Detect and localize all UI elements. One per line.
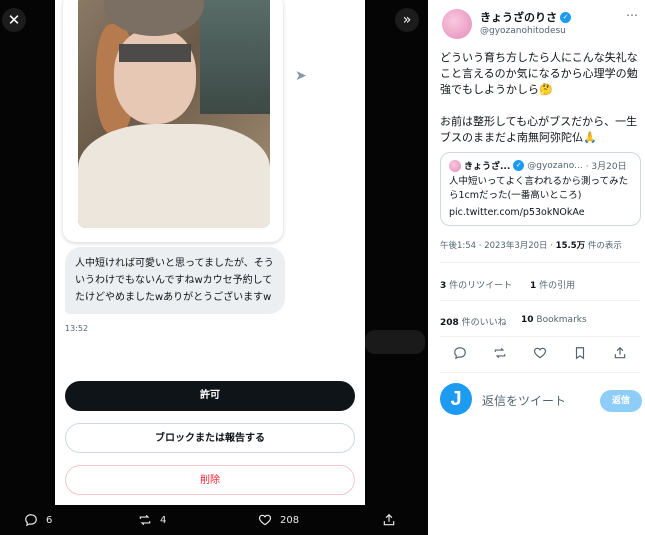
quote-text: 人中短いってよく言われるから測ってみたら1cmだった(一番高いところ) <box>449 176 629 201</box>
like-count: 208 <box>280 514 300 526</box>
tweet-meta: 午後1:54 · 2023年3月20日 · 15.5万 件の表示 <box>440 239 622 251</box>
retweet-stat[interactable]: 3 件のリツイート <box>440 278 512 291</box>
close-icon[interactable]: ✕ <box>2 8 26 32</box>
display-name-text: きょうざのりさ <box>480 11 557 24</box>
retweet-count: 4 <box>160 514 167 526</box>
reply-action[interactable]: 6 <box>24 513 52 527</box>
reply-input[interactable]: 返信をツイート <box>482 392 566 409</box>
quote-avatar <box>449 159 461 172</box>
handle[interactable]: @gyozanohitodesu <box>480 26 566 36</box>
reply-count: 6 <box>46 514 53 526</box>
send-icon: ➤ <box>295 68 307 84</box>
retweet-action[interactable]: 4 <box>138 513 166 527</box>
tweet-paragraph-1: どういう育ち方したら人にこんな失礼なこと言えるのか気になるから心理学の勉強でもし… <box>440 51 638 96</box>
retweet-stat-label: 件のリツイート <box>446 281 513 291</box>
quote-verified-icon: ✓ <box>513 160 525 171</box>
bookmark-icon[interactable] <box>573 345 589 361</box>
allow-button[interactable]: 許可 <box>65 381 355 411</box>
quote-name: きょうざ... <box>464 162 511 172</box>
quote-link[interactable]: pic.twitter.com/p53okNOkAe <box>449 206 632 220</box>
reply-button[interactable]: 返信 <box>600 390 642 412</box>
like-stat-count: 208 <box>440 318 459 328</box>
like-action[interactable]: 208 <box>258 513 299 527</box>
message-time: 13:52 <box>65 324 89 333</box>
message-bubble: 人中短ければ可愛いと思ってましたが、そういうわけでもないんですねwカウセ予約して… <box>65 247 285 314</box>
avatar[interactable] <box>442 9 472 39</box>
expand-icon[interactable]: » <box>395 8 419 32</box>
heart-icon <box>258 514 272 526</box>
more-icon[interactable]: ⋯ <box>626 8 638 22</box>
media-viewer: ✕ » 人中短ければ可愛いと思ってましたが、そういうわけでもないんですねwカウセ… <box>0 0 428 535</box>
dm-screenshot: 人中短ければ可愛いと思ってましたが、そういうわけでもないんですねwカウセ予約して… <box>55 0 365 505</box>
censor-bar <box>119 44 191 62</box>
quote-date: · 3月20日 <box>585 162 627 172</box>
quote-handle: @gyozano... <box>527 160 583 171</box>
media-action-bar: 6 4 208 <box>0 505 428 535</box>
bookmark-stat-label: Bookmarks <box>533 315 587 325</box>
tweet-time[interactable]: 午後1:54 · 2023年3月20日 · <box>440 241 556 251</box>
reply-icon <box>25 514 37 527</box>
share-icon[interactable] <box>613 345 629 361</box>
retweet-icon[interactable] <box>493 345 509 361</box>
tweet-text: どういう育ち方したら人にこんな失礼なこと言えるのか気になるから心理学の勉強でもし… <box>440 50 640 162</box>
background-element <box>365 330 425 354</box>
tweet-panel: きょうざのりさ ✓ @gyozanohitodesu ⋯ どういう育ち方したら人… <box>428 0 645 535</box>
retweet-icon <box>139 514 151 526</box>
display-name[interactable]: きょうざのりさ ✓ <box>480 9 571 25</box>
quote-stat[interactable]: 1 件の引用 <box>530 278 575 291</box>
quoted-tweet[interactable]: きょうざ... ✓ @gyozano... · 3月20日 人中短いってよく言わ… <box>440 152 641 226</box>
bookmark-stat[interactable]: 10 Bookmarks <box>521 315 587 325</box>
share-action[interactable] <box>382 513 396 527</box>
views-label: 件の表示 <box>585 241 622 251</box>
verified-icon: ✓ <box>560 11 571 23</box>
photo <box>78 0 270 228</box>
share-icon <box>383 513 395 526</box>
image-card <box>63 0 283 242</box>
reply-avatar: J <box>440 383 472 415</box>
like-stat[interactable]: 208 件のいいね <box>440 315 507 328</box>
tweet-actions <box>440 345 640 363</box>
like-stat-label: 件のいいね <box>458 318 507 328</box>
block-report-button[interactable]: ブロックまたは報告する <box>65 423 355 453</box>
quote-stat-label: 件の引用 <box>536 281 576 291</box>
bookmark-stat-count: 10 <box>521 315 534 325</box>
delete-button[interactable]: 削除 <box>65 465 355 495</box>
tweet-paragraph-2: お前は整形しても心がブスだから、一生ブスのままだよ南無阿弥陀仏🙏 <box>440 115 638 144</box>
views-count: 15.5万 <box>555 241 586 251</box>
reply-icon[interactable] <box>453 345 469 361</box>
heart-icon[interactable] <box>533 345 549 361</box>
